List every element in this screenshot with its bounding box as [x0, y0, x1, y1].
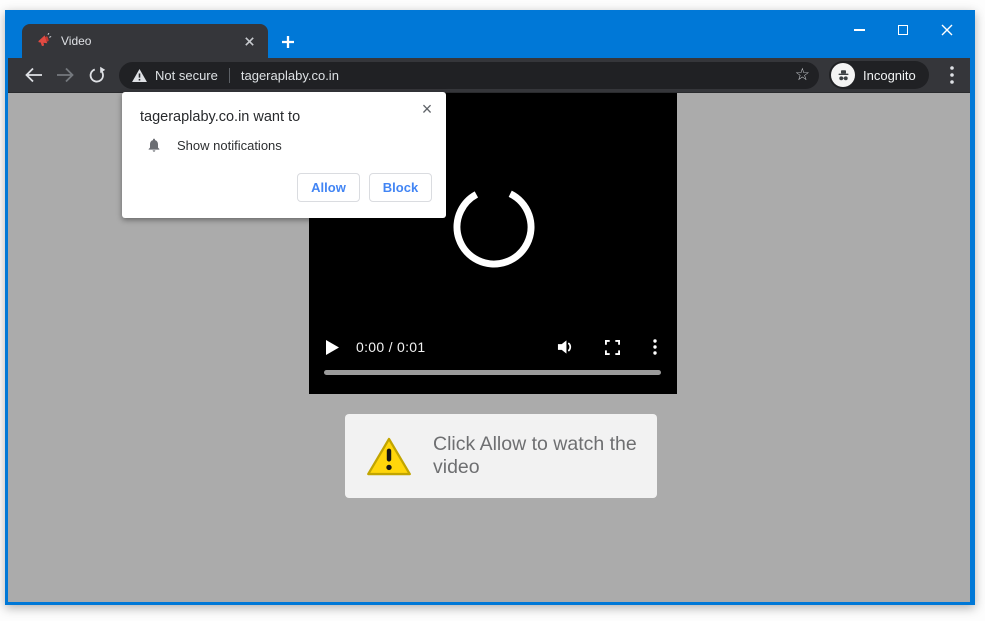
browser-toolbar: Not secure tageraplaby.co.in ☆ Incognito	[8, 58, 970, 93]
maximize-icon	[898, 25, 908, 35]
forward-button[interactable]	[53, 63, 77, 87]
browser-window: Video Not secure tageraplaby.co.in ☆	[5, 10, 975, 605]
tab-close-icon[interactable]	[240, 32, 258, 50]
window-minimize-button[interactable]	[837, 16, 881, 44]
window-close-button[interactable]	[925, 16, 969, 44]
play-button[interactable]	[326, 340, 339, 355]
reload-icon	[88, 66, 106, 85]
message-text: Click Allow to watch the video	[433, 433, 655, 480]
minimize-icon	[854, 29, 865, 31]
megaphone-favicon-icon	[36, 33, 52, 49]
tab-title: Video	[61, 34, 240, 48]
new-tab-plus-icon	[281, 35, 295, 49]
window-maximize-button[interactable]	[881, 16, 925, 44]
new-tab-button[interactable]	[277, 31, 299, 53]
incognito-icon	[836, 68, 851, 83]
block-button[interactable]: Block	[369, 173, 432, 202]
not-secure-warning-icon	[132, 69, 147, 82]
incognito-label: Incognito	[863, 68, 916, 83]
loading-spinner-icon	[452, 185, 536, 269]
address-divider	[229, 68, 230, 83]
allow-button[interactable]: Allow	[297, 173, 360, 202]
back-arrow-icon	[24, 66, 43, 84]
incognito-avatar	[831, 63, 855, 87]
play-icon	[326, 340, 339, 355]
video-menu-button[interactable]	[653, 339, 657, 355]
notification-permission-dialog: × tageraplaby.co.in want to Show notific…	[122, 92, 446, 218]
volume-icon	[557, 339, 574, 355]
security-label: Not secure	[155, 68, 218, 83]
permission-request-label: Show notifications	[177, 138, 282, 153]
forward-arrow-icon	[56, 66, 75, 84]
dialog-close-icon[interactable]: ×	[418, 100, 436, 118]
bookmark-star-icon[interactable]: ☆	[795, 66, 810, 83]
reload-button[interactable]	[85, 63, 109, 87]
video-controls: 0:00 / 0:01	[309, 337, 677, 357]
window-controls	[837, 16, 969, 44]
video-progress-bar[interactable]	[324, 370, 661, 375]
warning-triangle-icon	[365, 435, 413, 478]
browser-menu-button[interactable]	[942, 63, 962, 87]
video-menu-icon	[653, 339, 657, 355]
dialog-title: tageraplaby.co.in want to	[140, 109, 300, 125]
bell-icon	[146, 137, 162, 153]
address-bar[interactable]: Not secure tageraplaby.co.in ☆	[119, 62, 819, 89]
click-allow-message: Click Allow to watch the video	[345, 414, 657, 498]
url-text: tageraplaby.co.in	[241, 68, 339, 83]
back-button[interactable]	[21, 63, 45, 87]
volume-button[interactable]	[557, 339, 574, 355]
browser-tab-video[interactable]: Video	[22, 24, 268, 58]
screenshot-root: { "tab_bar": { "tab_title": "Video" }, "…	[0, 0, 985, 621]
dialog-actions: Allow Block	[297, 173, 432, 202]
permission-request-row: Show notifications	[146, 137, 282, 153]
close-icon	[941, 24, 953, 36]
kebab-menu-icon	[950, 66, 954, 84]
video-time: 0:00 / 0:01	[356, 339, 425, 355]
fullscreen-button[interactable]	[605, 340, 620, 355]
incognito-badge: Incognito	[829, 61, 929, 89]
fullscreen-icon	[605, 340, 620, 355]
